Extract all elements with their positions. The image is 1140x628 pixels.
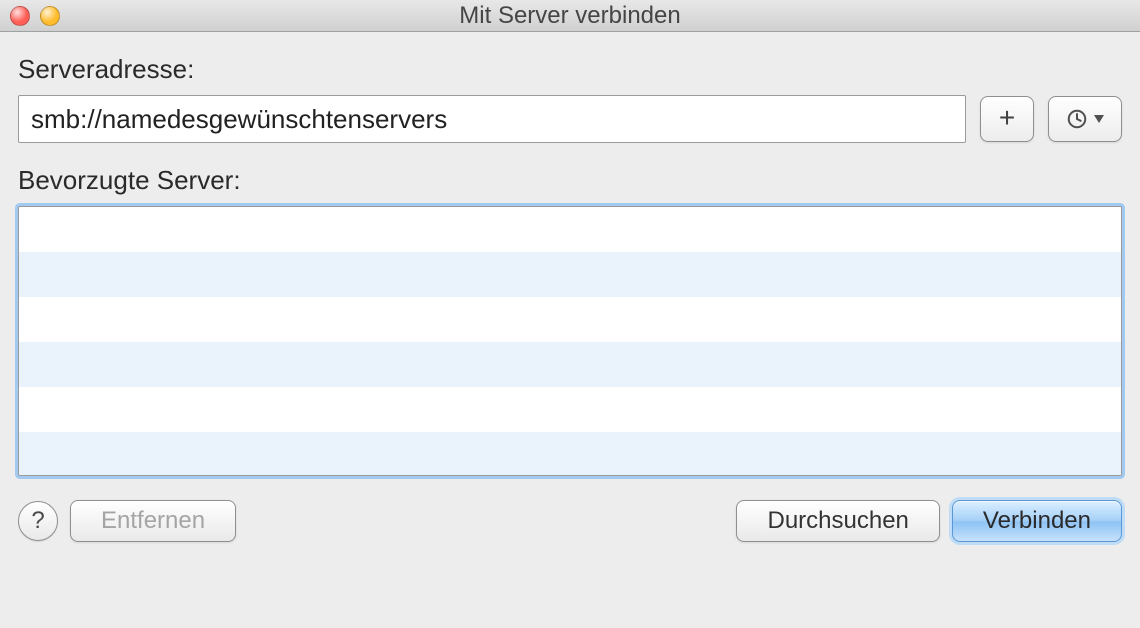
list-row bbox=[19, 252, 1121, 297]
favorite-servers-label: Bevorzugte Server: bbox=[18, 165, 1122, 196]
history-dropdown-button[interactable] bbox=[1048, 96, 1122, 142]
footer: ? Entfernen Durchsuchen Verbinden bbox=[0, 500, 1140, 542]
list-row bbox=[19, 207, 1121, 252]
window-title: Mit Server verbinden bbox=[0, 2, 1140, 30]
close-window-button[interactable] bbox=[10, 6, 30, 26]
list-row bbox=[19, 432, 1121, 476]
favorite-servers-list[interactable] bbox=[18, 206, 1122, 476]
help-icon: ? bbox=[31, 507, 44, 535]
server-address-label: Serveradresse: bbox=[18, 54, 1122, 85]
browse-button[interactable]: Durchsuchen bbox=[736, 500, 939, 542]
add-favorite-button[interactable]: + bbox=[980, 96, 1034, 142]
list-row bbox=[19, 387, 1121, 432]
list-row bbox=[19, 342, 1121, 387]
minimize-window-button[interactable] bbox=[40, 6, 60, 26]
help-button[interactable]: ? bbox=[18, 501, 58, 541]
content-area: Serveradresse: + Bevorzugte Server: bbox=[0, 32, 1140, 476]
titlebar: Mit Server verbinden bbox=[0, 0, 1140, 32]
list-row bbox=[19, 297, 1121, 342]
chevron-down-icon bbox=[1094, 115, 1104, 123]
clock-icon bbox=[1066, 108, 1088, 130]
remove-button[interactable]: Entfernen bbox=[70, 500, 236, 542]
connect-button[interactable]: Verbinden bbox=[952, 500, 1122, 542]
window-controls bbox=[10, 6, 60, 26]
server-address-row: + bbox=[18, 95, 1122, 143]
plus-icon: + bbox=[999, 104, 1015, 132]
server-address-input[interactable] bbox=[18, 95, 966, 143]
history-icon-group bbox=[1066, 108, 1104, 130]
